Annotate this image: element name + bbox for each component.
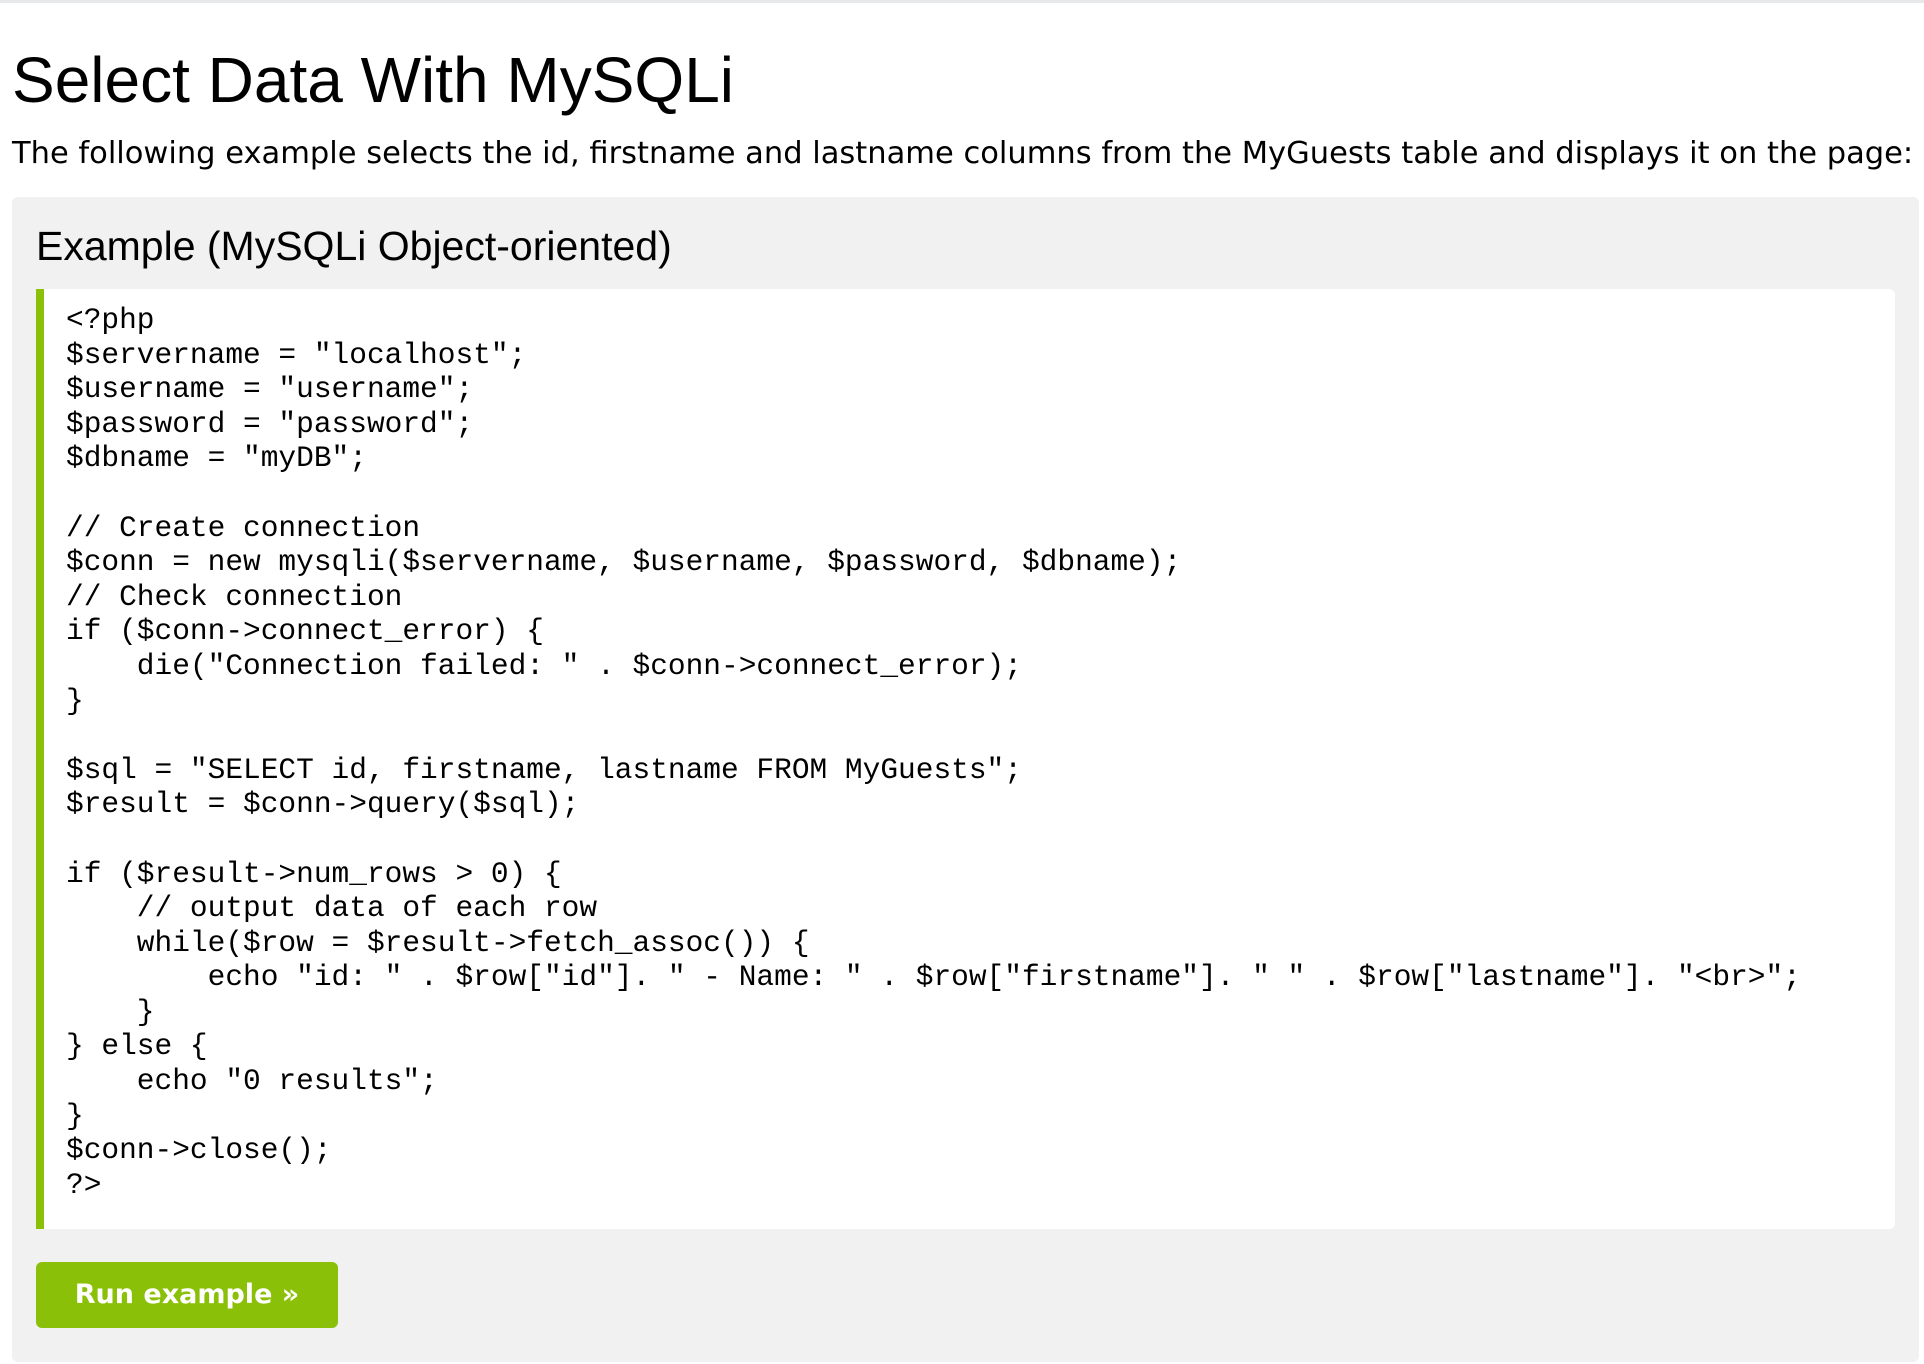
example-container: Example (MySQLi Object-oriented) <?php $… <box>12 197 1919 1362</box>
page: Select Data With MySQLi The following ex… <box>0 0 1924 1364</box>
intro-paragraph: The following example selects the id, fi… <box>12 136 1914 171</box>
run-example-button[interactable]: Run example » <box>36 1262 338 1328</box>
example-heading: Example (MySQLi Object-oriented) <box>36 223 672 269</box>
top-divider <box>0 0 1924 3</box>
page-title: Select Data With MySQLi <box>12 44 734 116</box>
php-code: <?php $servername = "localhost"; $userna… <box>66 303 1801 1202</box>
code-block: <?php $servername = "localhost"; $userna… <box>36 289 1895 1229</box>
